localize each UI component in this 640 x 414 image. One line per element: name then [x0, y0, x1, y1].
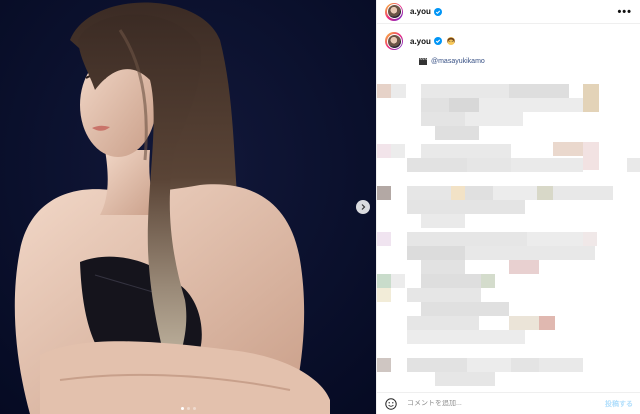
next-slide-button[interactable]: [356, 200, 370, 214]
avatar[interactable]: [385, 2, 403, 21]
post-sidebar: a.you ••• a.you @masayukikamo コメントを追加...…: [376, 0, 640, 414]
caption-author-row: a.you: [385, 32, 632, 50]
chevron-right-icon: [361, 204, 366, 210]
blurred-caption-text: [377, 82, 640, 388]
caption-avatar[interactable]: [385, 32, 403, 50]
clapperboard-emoji-icon: [419, 58, 427, 65]
blurred-text-block: [377, 84, 640, 386]
carousel-dot: [180, 407, 184, 410]
caption-mention-line: @masayukikamo: [419, 58, 632, 65]
post-header: a.you •••: [377, 0, 640, 24]
caption-username[interactable]: a.you: [410, 37, 431, 46]
post-photo: [0, 0, 376, 414]
post-photo-pane: [0, 0, 376, 414]
smile-icon[interactable]: [385, 397, 397, 410]
username[interactable]: a.you: [410, 7, 431, 16]
comment-input[interactable]: [407, 400, 577, 407]
carousel-dot: [186, 407, 190, 410]
more-options-icon[interactable]: •••: [617, 6, 632, 18]
post-comment-button[interactable]: 投稿する: [605, 399, 633, 409]
verified-badge-icon: [433, 37, 442, 45]
comment-bar: 投稿する: [377, 392, 640, 414]
carousel-dot: [192, 407, 196, 410]
post-dialog: a.you ••• a.you @masayukikamo コメントを追加...…: [0, 0, 640, 414]
woman-emoji-icon: [446, 37, 455, 45]
caption: a.you @masayukikamo: [377, 24, 640, 65]
mention-link[interactable]: @masayukikamo: [431, 58, 485, 65]
verified-badge-icon: [433, 7, 442, 16]
carousel-indicator: [0, 407, 376, 410]
